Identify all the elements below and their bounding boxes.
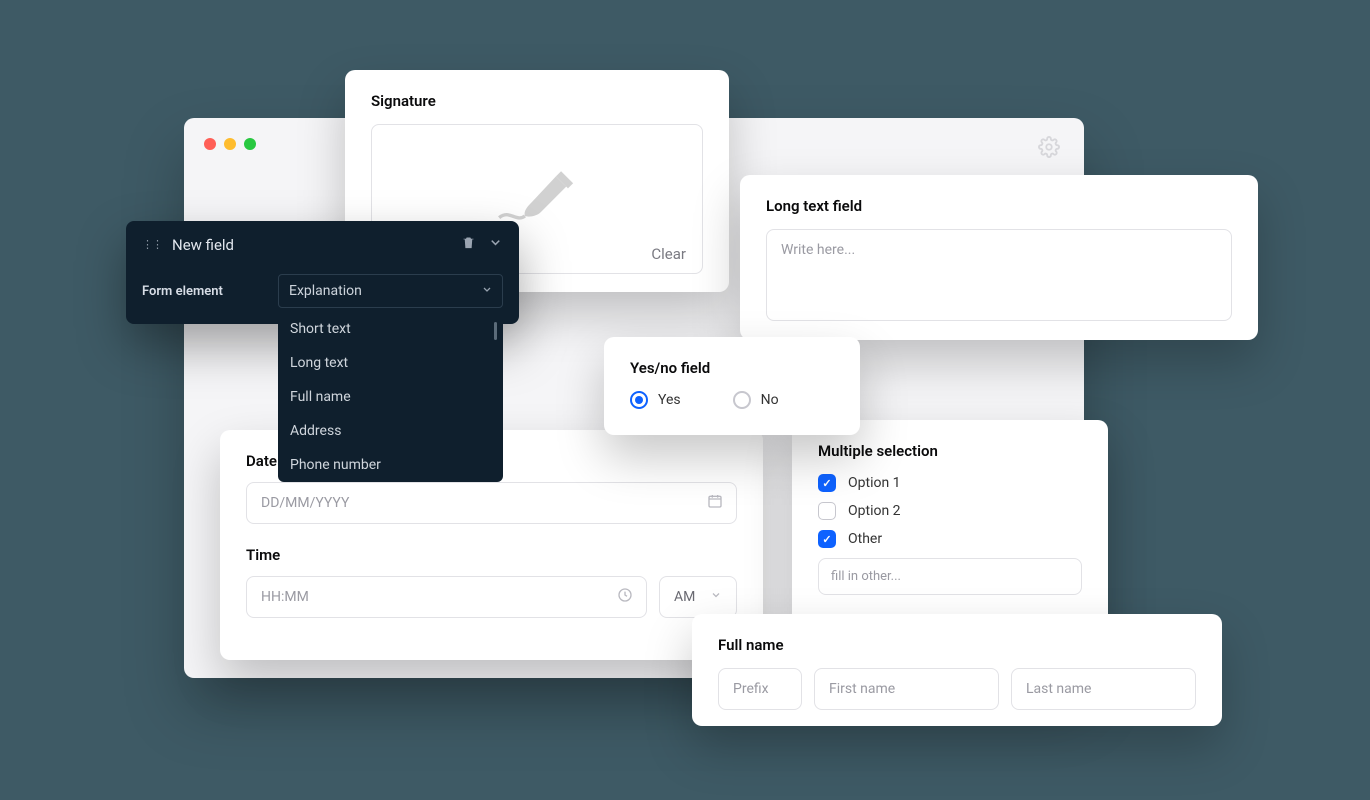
form-element-selected: Explanation (278, 274, 503, 308)
long-text-card: Long text field Write here... (740, 175, 1258, 340)
signature-title: Signature (371, 92, 703, 110)
radio-yes[interactable]: Yes (630, 391, 681, 409)
radio-no-label: No (761, 392, 779, 408)
checkbox-row[interactable]: Option 2 (818, 502, 1082, 520)
form-element-dropdown: Short text Long text Full name Address P… (278, 312, 503, 482)
calendar-icon[interactable] (707, 493, 723, 513)
radio-selected-icon (630, 391, 648, 409)
long-text-title: Long text field (766, 197, 1232, 215)
close-window-button[interactable] (204, 138, 216, 150)
dropdown-option[interactable]: Phone number (278, 448, 503, 482)
long-text-input[interactable]: Write here... (766, 229, 1232, 321)
first-name-input[interactable]: First name (814, 668, 999, 710)
dropdown-option[interactable]: Short text (278, 312, 503, 346)
time-label: Time (246, 546, 737, 564)
window-controls (204, 138, 256, 150)
chevron-down-icon (710, 589, 722, 605)
prefix-input[interactable]: Prefix (718, 668, 802, 710)
date-input[interactable]: DD/MM/YYYY (246, 482, 737, 524)
yes-no-title: Yes/no field (630, 359, 834, 377)
full-name-title: Full name (718, 636, 1196, 654)
checkbox-unchecked-icon (818, 502, 836, 520)
checkbox-checked-icon: ✓ (818, 474, 836, 492)
radio-yes-label: Yes (658, 392, 681, 408)
trash-icon[interactable] (461, 235, 476, 254)
signature-clear-button[interactable]: Clear (651, 245, 686, 263)
chevron-down-icon (481, 284, 493, 299)
gear-icon[interactable] (1038, 136, 1060, 162)
drag-handle-icon[interactable]: ⋮⋮ (142, 242, 162, 248)
time-input[interactable]: HH:MM (246, 576, 647, 618)
checkbox-row[interactable]: ✓ Option 1 (818, 474, 1082, 492)
new-field-panel: ⋮⋮ New field Form element Explanation (126, 221, 519, 324)
multi-select-card: Multiple selection ✓ Option 1 Option 2 ✓… (792, 420, 1108, 640)
dropdown-option[interactable]: Address (278, 414, 503, 448)
checkbox-row[interactable]: ✓ Other (818, 530, 1082, 548)
yes-no-card: Yes/no field Yes No (604, 337, 860, 435)
ampm-value: AM (674, 589, 695, 605)
other-input[interactable]: fill in other... (818, 558, 1082, 595)
maximize-window-button[interactable] (244, 138, 256, 150)
clock-icon[interactable] (617, 587, 633, 607)
multi-select-title: Multiple selection (818, 442, 1082, 460)
radio-no[interactable]: No (733, 391, 779, 409)
dropdown-option[interactable]: Full name (278, 380, 503, 414)
full-name-card: Full name Prefix First name Last name (692, 614, 1222, 726)
checkbox-label: Option 2 (848, 503, 901, 519)
dropdown-option[interactable]: Long text (278, 346, 503, 380)
form-element-select[interactable]: Explanation Short text Long text Full na… (278, 274, 503, 308)
pen-icon (494, 171, 580, 227)
checkbox-checked-icon: ✓ (818, 530, 836, 548)
form-element-label: Form element (142, 284, 262, 299)
minimize-window-button[interactable] (224, 138, 236, 150)
ampm-select[interactable]: AM (659, 576, 737, 618)
radio-unselected-icon (733, 391, 751, 409)
checkbox-label: Option 1 (848, 475, 901, 491)
checkbox-label: Other (848, 531, 882, 547)
new-field-title: New field (172, 236, 234, 254)
scrollbar-thumb[interactable] (494, 322, 497, 340)
last-name-input[interactable]: Last name (1011, 668, 1196, 710)
chevron-down-icon[interactable] (488, 235, 503, 254)
